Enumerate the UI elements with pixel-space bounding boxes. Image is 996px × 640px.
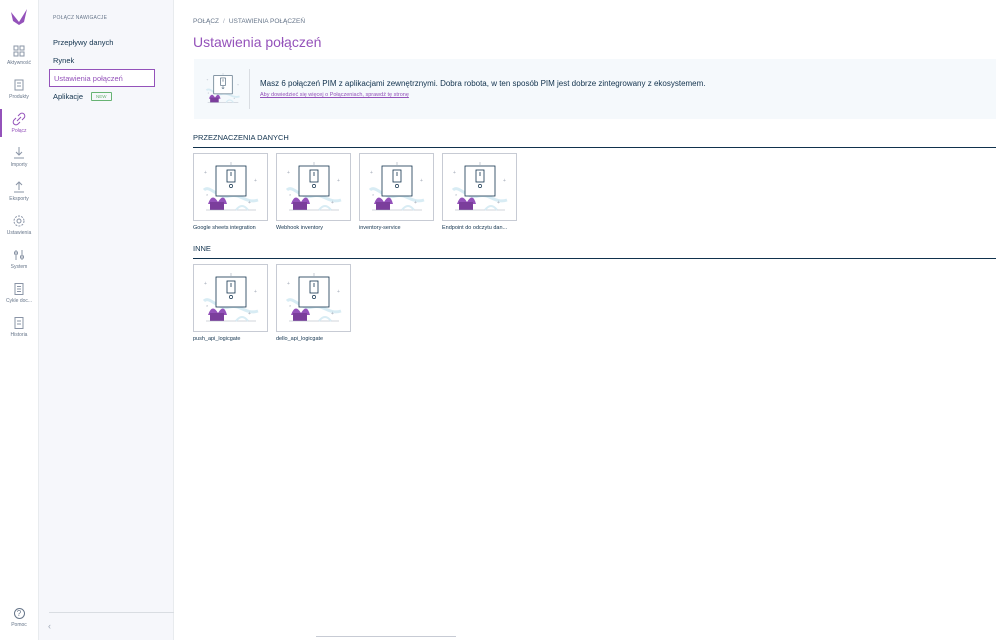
- connection-tile[interactable]: inventory-service: [359, 153, 434, 231]
- menu-item-label: Importy: [10, 162, 28, 168]
- menu-item-label: System: [10, 264, 28, 270]
- breadcrumb: Połącz / Ustawienia połączeń: [193, 18, 305, 25]
- connection-illustration: [366, 160, 428, 216]
- new-badge: NEW: [91, 92, 112, 101]
- connection-image: [193, 264, 268, 332]
- page-title: Ustawienia połączeń: [193, 34, 322, 50]
- menu-item-activity[interactable]: Aktywność: [0, 44, 38, 76]
- connection-image: [359, 153, 434, 221]
- subnav-divider: [49, 612, 174, 613]
- document-icon: [14, 283, 24, 295]
- connection-tile[interactable]: dello_api_logicgate: [276, 264, 351, 342]
- link-icon: [12, 112, 26, 126]
- main-menu-rail: Aktywność Produkty Połącz Importy Ekspor…: [0, 0, 39, 640]
- breadcrumb-root[interactable]: Połącz: [193, 18, 219, 25]
- gear-icon: [13, 215, 25, 227]
- helper-link[interactable]: Aby dowiedzieć się więcej o Połączeniach…: [260, 92, 409, 98]
- connection-illustration: [200, 160, 262, 216]
- connection-tile[interactable]: push_api_logicgate: [193, 264, 268, 342]
- connection-illustration: [449, 160, 511, 216]
- section-divider: [193, 258, 996, 259]
- connect-navigation: Połącz nawigacje Przepływy danych Rynek …: [39, 0, 174, 640]
- menu-item-label: Aktywność: [7, 60, 31, 66]
- connection-name: Google sheets integration: [193, 225, 256, 231]
- connection-image: [193, 153, 268, 221]
- connection-illustration: [204, 71, 242, 107]
- history-icon: [14, 317, 24, 329]
- connection-illustration: [283, 271, 345, 327]
- import-icon: [14, 147, 24, 159]
- menu-item-label: Cykle doc...: [5, 298, 33, 304]
- connection-image: [276, 264, 351, 332]
- helper-banner: Masz 6 połączeń PIM z aplikacjami zewnęt…: [194, 59, 996, 119]
- section-divider: [193, 147, 996, 148]
- question-icon: ?: [13, 608, 25, 619]
- subnav-item-connection-settings[interactable]: Ustawienia połączeń: [49, 69, 155, 87]
- menu-item-history[interactable]: Historia: [0, 316, 38, 348]
- menu-item-label: Produkty: [9, 94, 29, 100]
- subnav-item-label: Aplikacje: [53, 92, 84, 101]
- connection-tile[interactable]: Webhook inventory: [276, 153, 351, 231]
- menu-item-label: Historia: [10, 332, 28, 338]
- activity-icon: [13, 45, 25, 57]
- connection-illustration: [200, 271, 262, 327]
- section-title-destinations: Przeznaczenia danych: [193, 133, 289, 142]
- helper-divider: [249, 69, 250, 109]
- connection-image: [276, 153, 351, 221]
- menu-item-document-cycles[interactable]: Cykle doc...: [0, 282, 38, 314]
- connection-name: inventory-service: [359, 225, 401, 231]
- subnav-item-data-flows[interactable]: Przepływy danych: [53, 34, 159, 52]
- subnav-title: Połącz nawigacje: [53, 15, 108, 21]
- menu-item-connect[interactable]: Połącz: [0, 109, 38, 144]
- app-logo[interactable]: [9, 8, 29, 26]
- connection-name: Webhook inventory: [276, 225, 323, 231]
- subnav-item-apps[interactable]: Aplikacje NEW: [53, 88, 159, 106]
- connection-tile[interactable]: Endpoint do odczytu dan...: [442, 153, 517, 231]
- connection-tile[interactable]: Google sheets integration: [193, 153, 268, 231]
- help-label: Pomoc: [11, 622, 27, 628]
- breadcrumb-separator: /: [223, 18, 225, 25]
- helper-text: Masz 6 połączeń PIM z aplikacjami zewnęt…: [260, 79, 706, 88]
- menu-item-exports[interactable]: Eksporty: [0, 180, 38, 212]
- main-content: Połącz / Ustawienia połączeń Ustawienia po…: [193, 0, 996, 640]
- breadcrumb-current: Ustawienia połączeń: [228, 18, 306, 25]
- connection-illustration: [283, 160, 345, 216]
- products-icon: [14, 79, 24, 91]
- menu-item-label: Połącz: [11, 128, 27, 134]
- subnav-item-marketplace[interactable]: Rynek: [53, 52, 159, 70]
- section-title-other: Inne: [193, 244, 211, 253]
- menu-item-products[interactable]: Produkty: [0, 78, 38, 110]
- export-icon: [14, 181, 24, 193]
- connection-image: [442, 153, 517, 221]
- connection-name: Endpoint do odczytu dan...: [442, 225, 508, 231]
- connection-name: push_api_logicgate: [193, 336, 241, 342]
- page-footer-line: [316, 636, 456, 637]
- connection-name: dello_api_logicgate: [276, 336, 324, 342]
- menu-item-label: Eksporty: [9, 196, 29, 202]
- menu-item-settings[interactable]: Ustawienia: [0, 214, 38, 246]
- menu-item-system[interactable]: System: [0, 248, 38, 280]
- collapse-panel-button[interactable]: ‹: [48, 621, 51, 631]
- help-button[interactable]: ? Pomoc: [0, 608, 38, 628]
- menu-item-imports[interactable]: Importy: [0, 146, 38, 178]
- sliders-icon: [14, 250, 24, 260]
- menu-item-label: Ustawienia: [6, 230, 32, 236]
